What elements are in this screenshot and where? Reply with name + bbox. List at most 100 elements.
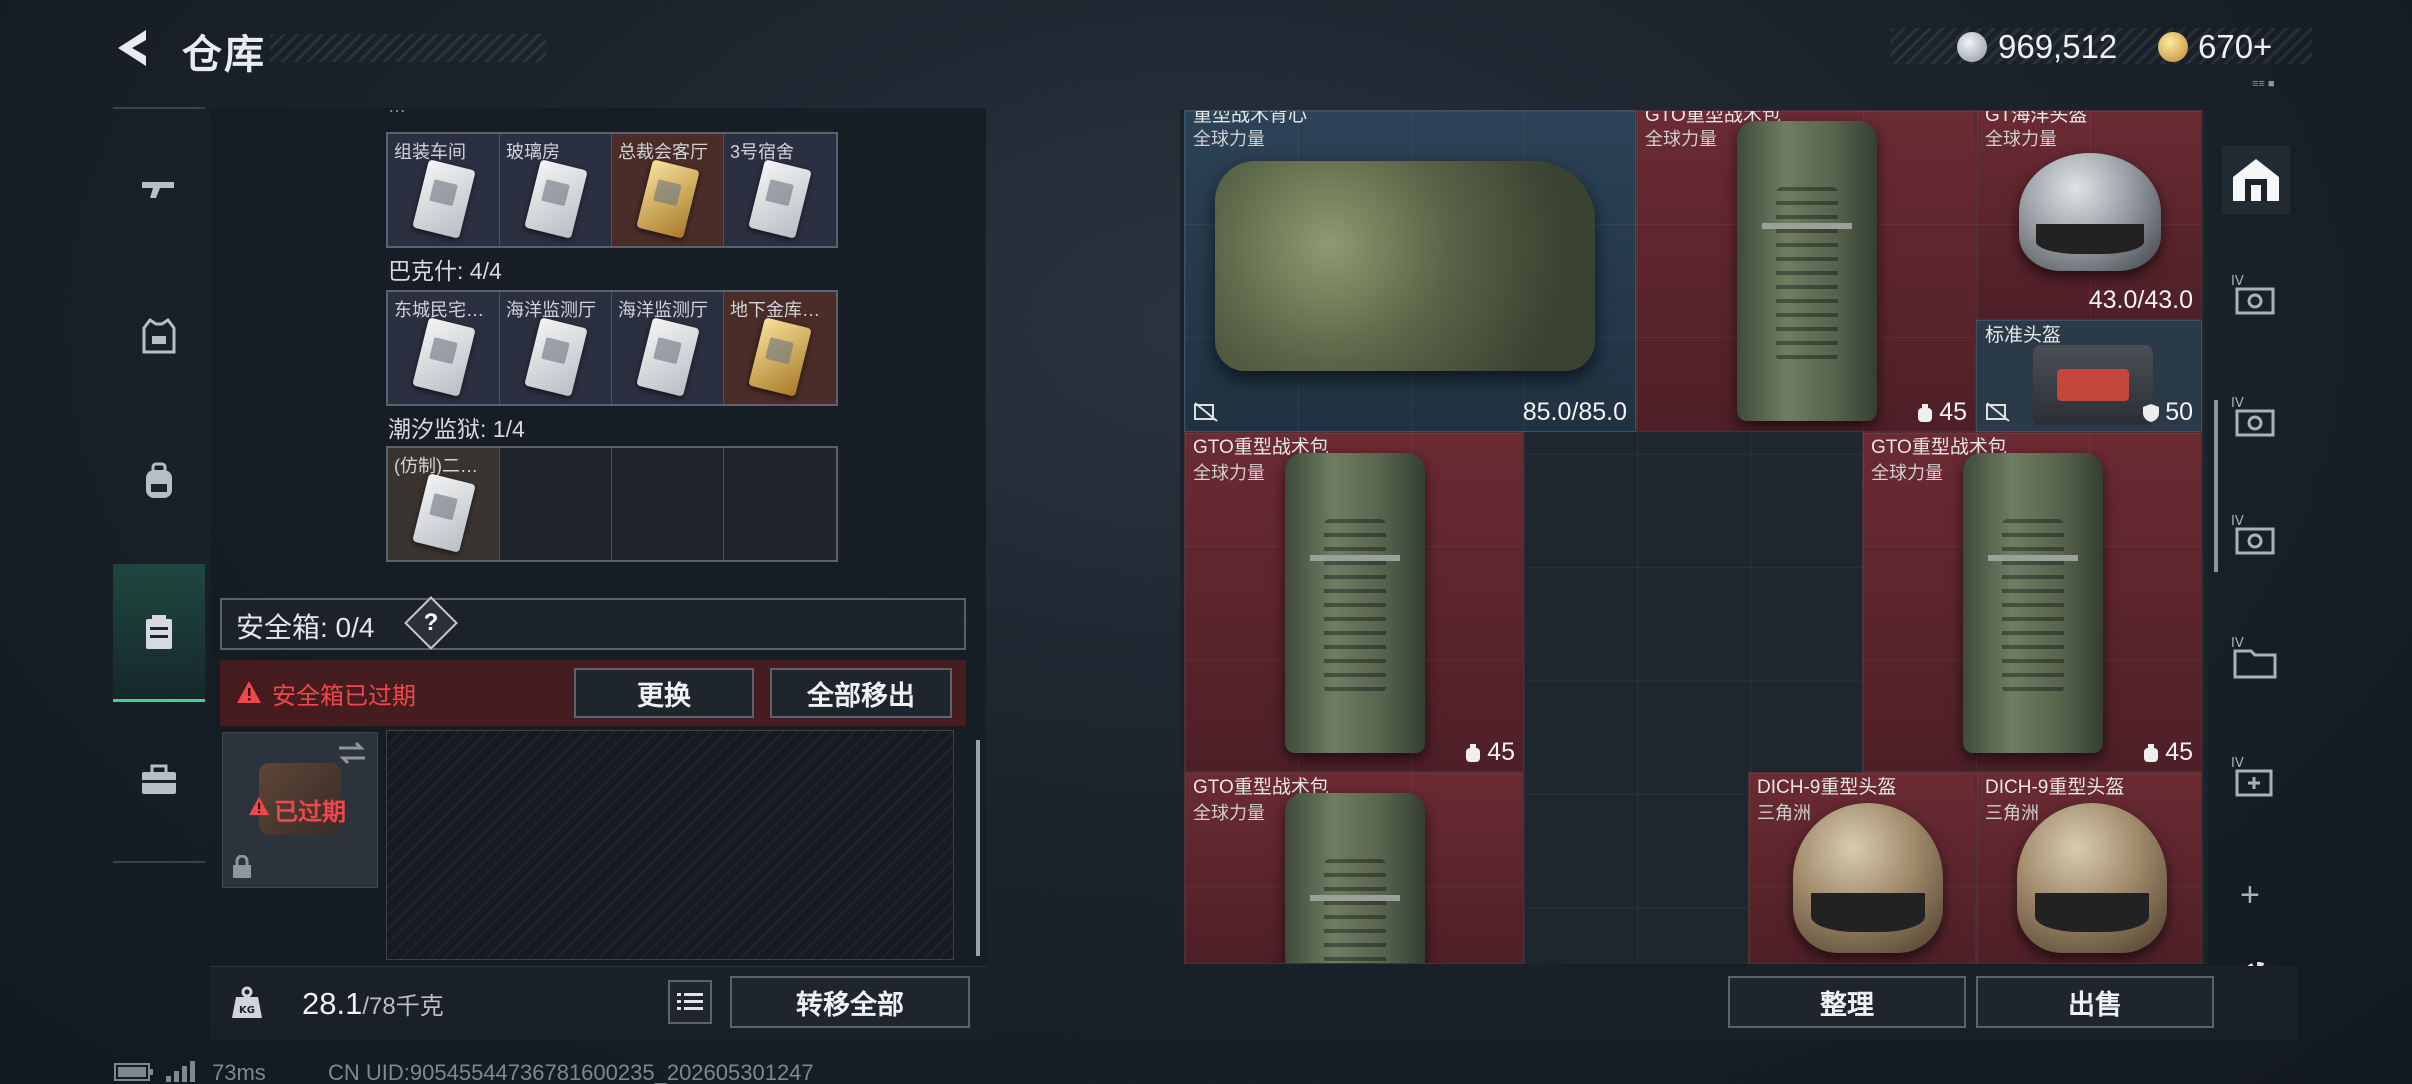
- add-tab-button[interactable]: +: [2240, 876, 2260, 915]
- tab-label: IV: [2231, 274, 2244, 289]
- no-trade-icon: [1194, 402, 1218, 422]
- folder-tab-icon: IV: [2231, 636, 2277, 679]
- key-slot[interactable]: 3号宿舍: [724, 134, 836, 246]
- gold-coin-icon: [2158, 32, 2188, 62]
- page-title: 仓库: [182, 33, 266, 77]
- currency-usage-hint: ≡≡ ■: [2252, 78, 2275, 90]
- keys-group-label: 巴克什: 4/4: [388, 258, 502, 284]
- helmet-image: [1793, 803, 1943, 953]
- key-slot-empty[interactable]: [724, 448, 836, 560]
- key-name: 东城民宅…: [394, 300, 484, 320]
- warning-icon: [249, 796, 269, 816]
- tab-label: IV: [2231, 636, 2244, 651]
- item-name: 标准头盔: [1985, 325, 2062, 346]
- capacity-value: 45: [2141, 738, 2193, 767]
- key-row-3: (仿制)二…: [386, 446, 838, 562]
- nav-toolbox[interactable]: [113, 710, 205, 848]
- key-slot[interactable]: 玻璃房: [500, 134, 612, 246]
- silver-currency-amount: 969,512: [1998, 28, 2118, 65]
- warehouse-icon: [2233, 159, 2279, 201]
- capacity-icon: [2144, 743, 2159, 762]
- nav-backpack[interactable]: [113, 412, 205, 550]
- stash-scrollbar[interactable]: [2214, 400, 2218, 572]
- safebox-title: 安全箱: 0/4: [236, 612, 375, 643]
- back-arrow-icon[interactable]: [112, 26, 156, 70]
- replace-button[interactable]: 更换: [574, 668, 754, 718]
- storage-tab-icon: IV: [2231, 514, 2275, 555]
- keycard-icon: [412, 159, 476, 239]
- signal-icon: [166, 1061, 195, 1082]
- key-slot-empty[interactable]: [500, 448, 612, 560]
- helmet-bag-image: [2033, 345, 2153, 425]
- item-name: DICH-9重型头盔: [1985, 777, 2125, 798]
- capacity-number: 45: [1939, 398, 1967, 426]
- key-slot[interactable]: 地下金库…: [724, 292, 836, 404]
- key-slot[interactable]: 海洋监测厅: [500, 292, 612, 404]
- gold-currency-amount[interactable]: 670+: [2198, 28, 2272, 66]
- stash-tab-2[interactable]: IV: [2222, 384, 2290, 452]
- stash-item-backpack[interactable]: GTO重型战术包 全球力量 45: [1184, 432, 1524, 772]
- keycard-icon: [748, 159, 812, 239]
- key-slot[interactable]: 总裁会客厅: [612, 134, 724, 246]
- key-name: 海洋监测厅: [618, 300, 708, 320]
- item-name: DICH-9重型头盔: [1757, 777, 1897, 798]
- key-name: 3号宿舍: [730, 142, 795, 162]
- key-slot[interactable]: (仿制)二…: [388, 448, 500, 560]
- key-slot[interactable]: 海洋监测厅: [612, 292, 724, 404]
- kg-label: KG: [239, 1005, 255, 1016]
- key-name: 总裁会客厅: [618, 142, 708, 162]
- nav-weapons[interactable]: [113, 120, 205, 258]
- durability-value: 43.0/43.0: [2088, 286, 2193, 314]
- durability-value: 85.0/85.0: [1522, 398, 1627, 426]
- capacity-value: 45: [1915, 398, 1967, 427]
- stash-item-helmet[interactable]: GT海洋头盔 全球力量 43.0/43.0: [1976, 110, 2202, 320]
- stash-item-backpack[interactable]: GTO重型战术包 全球力量 45: [1636, 110, 1976, 432]
- carry-weight-current: 28.1: [302, 986, 363, 1021]
- key-slot[interactable]: 组装车间: [388, 134, 500, 246]
- key-slot[interactable]: 东城民宅…: [388, 292, 500, 404]
- carry-weight-max: /78千克: [362, 993, 444, 1020]
- sort-button[interactable]: 整理: [1728, 976, 1966, 1028]
- tab-label: IV: [2231, 396, 2244, 411]
- item-subtitle: 全球力量: [1871, 463, 1943, 483]
- transfer-all-button[interactable]: 转移全部: [730, 976, 970, 1028]
- key-row-1: 组装车间 玻璃房 总裁会客厅 3号宿舍: [386, 132, 838, 248]
- key-row-2: 东城民宅… 海洋监测厅 海洋监测厅 地下金库…: [386, 290, 838, 406]
- keys-group-label: 潮汐监狱: 1/4: [388, 416, 525, 442]
- stash-item-backpack[interactable]: GTO重型战术包 全球力量: [1184, 772, 1524, 964]
- tab-label: IV: [2231, 756, 2244, 771]
- safebox-grid[interactable]: [386, 730, 954, 960]
- no-trade-icon: [1986, 402, 2010, 422]
- stash-item-vest[interactable]: 重型战术背心 全球力量 85.0/85.0: [1184, 110, 1636, 432]
- stash-item-backpack[interactable]: GTO重型战术包 全球力量 45: [1862, 432, 2202, 772]
- item-subtitle: 全球力量: [1193, 129, 1265, 149]
- silver-coin-icon: [1957, 32, 1987, 62]
- key-name: 海洋监测厅: [506, 300, 596, 320]
- list-view-button[interactable]: [668, 980, 712, 1024]
- stash-item-standard-helmet[interactable]: 标准头盔 50: [1976, 320, 2202, 432]
- capacity-number: 45: [1487, 738, 1515, 766]
- backpack-image: [1737, 121, 1877, 421]
- move-all-out-button[interactable]: 全部移出: [770, 668, 952, 718]
- nav-armor[interactable]: [113, 268, 205, 406]
- tab-label: IV: [2231, 514, 2244, 529]
- key-slot-empty[interactable]: [612, 448, 724, 560]
- keycard-icon: [524, 317, 588, 397]
- vest-image: [1215, 161, 1595, 371]
- stash-item-dich-helmet[interactable]: DICH-9重型头盔 三角洲: [1976, 772, 2202, 964]
- battery-icon: [114, 1063, 153, 1081]
- stash-item-dich-helmet[interactable]: DICH-9重型头盔 三角洲: [1748, 772, 1976, 964]
- help-icon[interactable]: ?: [412, 604, 450, 642]
- left-panel-scrollbar[interactable]: [976, 740, 980, 956]
- stash-tab-1[interactable]: IV: [2222, 262, 2290, 330]
- stash-tab-4[interactable]: IV: [2222, 624, 2290, 692]
- shield-icon: [2143, 403, 2160, 422]
- item-subtitle: 三角洲: [1757, 803, 1811, 823]
- sell-button[interactable]: 出售: [1976, 976, 2214, 1028]
- stash-tab-5[interactable]: IV: [2222, 744, 2290, 812]
- item-subtitle: 全球力量: [1645, 129, 1717, 149]
- stash-tab-3[interactable]: IV: [2222, 502, 2290, 570]
- list-icon: [677, 993, 703, 1010]
- stash-home-tab[interactable]: [2222, 146, 2290, 214]
- nav-container[interactable]: [113, 564, 205, 702]
